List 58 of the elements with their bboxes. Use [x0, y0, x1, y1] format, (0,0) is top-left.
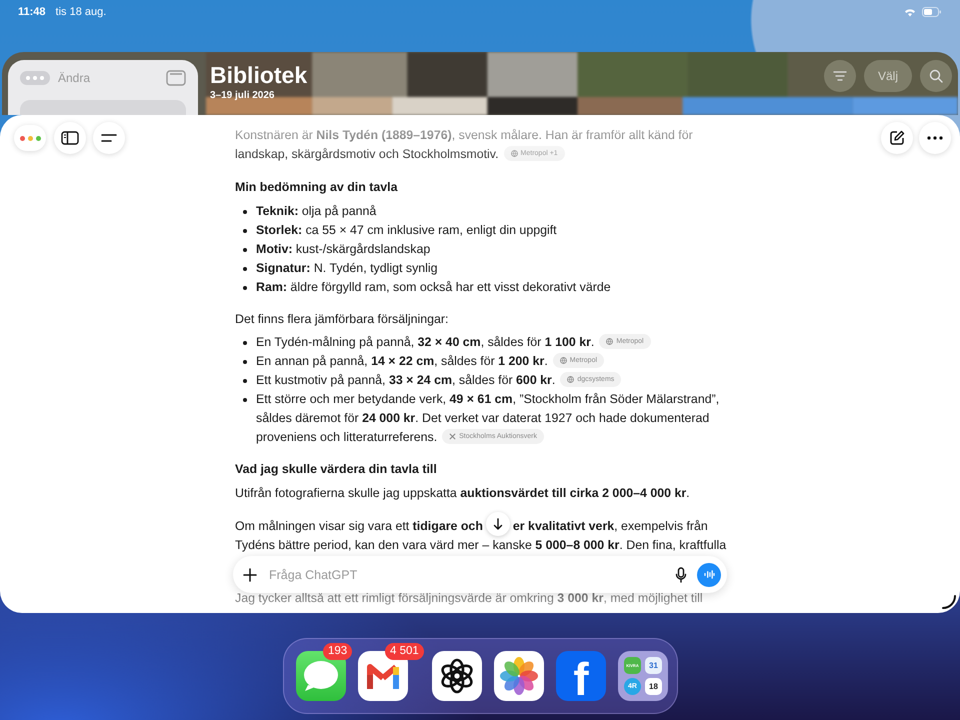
new-chat-button[interactable] [881, 122, 913, 154]
flower-app-icon[interactable] [494, 651, 544, 701]
status-date: tis 18 aug. [56, 6, 106, 18]
list-item-text: Storlek: ca 55 × 47 cm inklusive ram, enligt din uppgift [256, 222, 558, 239]
edit-button[interactable]: Ändra [58, 71, 90, 85]
bullet-icon [243, 210, 247, 214]
menu-button[interactable] [93, 122, 125, 154]
more-icon [927, 136, 943, 140]
bullet-icon [243, 360, 247, 364]
waveform-icon [704, 570, 714, 579]
bullet-icon [243, 229, 247, 233]
voice-mode-button[interactable] [697, 562, 721, 586]
sidebar-icon [61, 131, 79, 145]
status-time: 11:48 [18, 6, 46, 18]
list-item-text: Teknik: olja på pannå [256, 203, 378, 220]
album-date-range: 3–19 juli 2026 [210, 90, 274, 101]
wifi-icon [904, 8, 916, 16]
knot-app-icon[interactable] [432, 651, 482, 701]
paragraph-text: Det finns flera jämförbara försäljningar: [235, 311, 450, 328]
list-item-text: Signatur: N. Tydén, tydligt synlig [256, 260, 439, 277]
bullet-icon [243, 286, 247, 290]
resize-handle[interactable] [942, 595, 956, 609]
paragraph-text: Utifrån fotografierna skulle jag uppskatta auktionsvärdet till cirka 2 000–4 000 kr. [235, 485, 691, 502]
album-title: Bibliotek [210, 62, 308, 89]
mini-app-icon: 18 [645, 678, 662, 695]
sidebar-button[interactable] [54, 122, 86, 154]
bullet-icon [243, 379, 247, 383]
mini-app-icon: 31 [645, 657, 662, 674]
globe-icon [510, 150, 518, 157]
bullet-icon [243, 341, 247, 345]
list-item-text: Ram: äldre förgylld ram, som också har ett visst dekorativt värde [256, 279, 612, 296]
compose-icon [889, 130, 905, 146]
paragraph-text: Om målningen visar sig vara ett tidigare och er kvalitativt verk, exempelvis från Tydéns bättre period, kan den vara värd mer – kanske 5 000–8 000 kr. Den fina, kraftfulla [235, 517, 733, 555]
list-icon [832, 71, 847, 81]
window-controls[interactable] [14, 125, 46, 151]
bullet-icon [243, 398, 247, 402]
site-logo-icon [449, 433, 456, 440]
notification-badge: 4 501 [385, 643, 424, 660]
message-input[interactable]: Fråga ChatGPT [267, 566, 665, 582]
battery-icon [922, 7, 942, 17]
facebook-app-icon[interactable]: f [556, 651, 606, 701]
paragraph-text: Jag tycker alltså att ett rimligt försäljningsvärde är omkring 3 000 kr, med möjlighet till [235, 590, 704, 607]
scroll-down-button[interactable] [486, 512, 510, 536]
section-heading: Min bedömning av din tavla [235, 179, 399, 196]
menu-icon [101, 133, 117, 143]
globe-icon [560, 357, 567, 364]
search-icon [929, 69, 943, 83]
bullet-icon [243, 267, 247, 271]
arrow-down-icon [492, 518, 503, 530]
globe-icon [567, 376, 574, 383]
section-heading: Vad jag skulle värdera din tavla till [235, 461, 438, 478]
notification-badge: 193 [323, 643, 352, 660]
bullet-icon [243, 248, 247, 252]
more-button[interactable] [919, 122, 951, 154]
microphone-icon[interactable] [675, 566, 687, 582]
globe-icon [606, 338, 614, 345]
plus-icon[interactable] [243, 568, 257, 582]
list-item-text: Motiv: kust-/skärgårdslandskap [256, 241, 432, 258]
